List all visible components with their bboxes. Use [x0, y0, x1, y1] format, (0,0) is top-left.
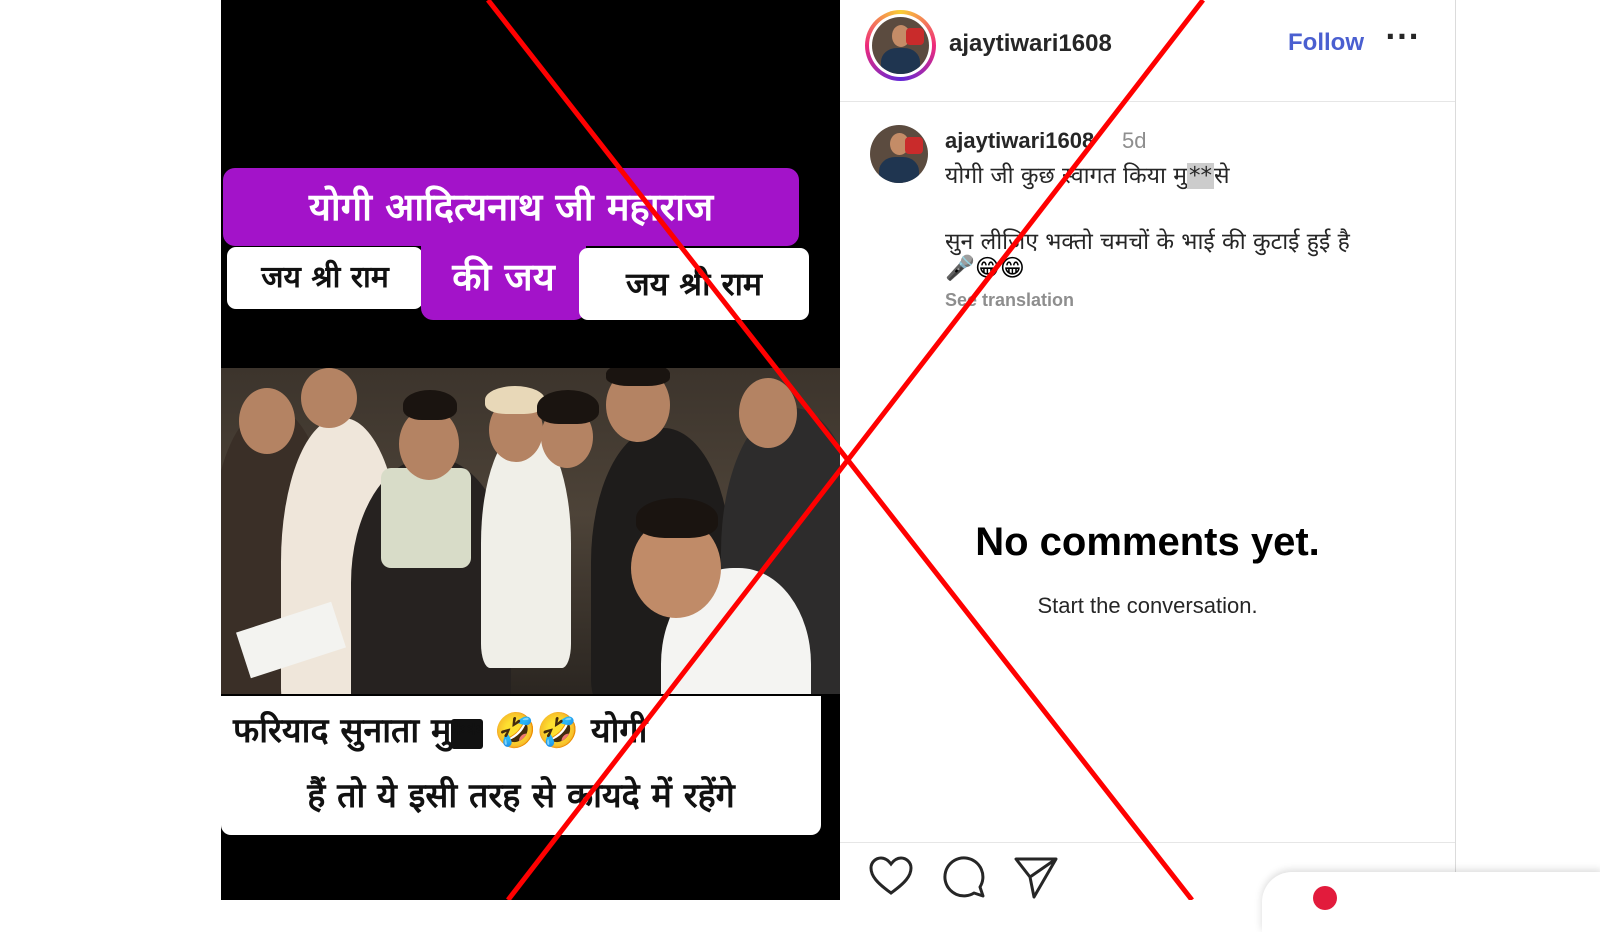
caption-line1-start: फरियाद सुनाता मु	[233, 711, 452, 751]
caption-text-line1: योगी जी कुछ स्वागत किया मु**से	[945, 163, 1230, 189]
see-translation-link[interactable]: See translation	[945, 290, 1074, 311]
empty-comments-title: No comments yet.	[975, 520, 1320, 564]
post-media[interactable]: योगी आदित्यनाथ जी महाराज जय श्री राम की …	[221, 0, 840, 900]
follow-button[interactable]: Follow	[1288, 29, 1364, 57]
notification-dot	[1313, 886, 1337, 910]
overlay-mid-label: की जय	[421, 240, 586, 320]
profile-avatar-ring[interactable]	[865, 10, 936, 81]
comment-icon[interactable]	[940, 853, 988, 901]
post-header: ajaytiwari1608 Follow ···	[840, 0, 1455, 102]
post-side-panel: ajaytiwari1608 Follow ··· ajaytiwari1608…	[840, 0, 1456, 900]
heart-icon[interactable]	[867, 853, 915, 901]
empty-comments-subtitle: Start the conversation.	[1037, 593, 1258, 618]
caption-text-line2: सुन लीजिए भक्तो चमचों के भाई की कुटाई हु…	[945, 229, 1350, 255]
caption-redaction: **	[451, 719, 483, 749]
overlay-title: योगी आदित्यनाथ जी महाराज	[223, 168, 799, 246]
share-icon[interactable]	[1012, 853, 1060, 901]
overlay-caption: फरियाद सुनाता मु** 🤣🤣 योगी हैं तो ये इसी…	[221, 696, 821, 835]
comment-username[interactable]: ajaytiwari1608	[945, 128, 1094, 154]
comment-avatar[interactable]	[870, 125, 928, 183]
video-still	[221, 368, 840, 694]
caption-redaction: **	[1187, 163, 1214, 189]
caption-line1-end: 🤣🤣 योगी	[494, 711, 648, 751]
header-username[interactable]: ajaytiwari1608	[949, 30, 1112, 58]
overlay-right-pill: जय श्री राम	[579, 248, 809, 320]
caption-emojis: 🎤😁😁	[945, 254, 1025, 282]
avatar[interactable]	[872, 17, 929, 74]
caption-line2: हैं तो ये इसी तरह से कायदे में रहेंगे	[307, 776, 735, 816]
comment-timestamp[interactable]: 5d	[1122, 128, 1146, 154]
more-options-icon[interactable]: ···	[1385, 20, 1420, 53]
overlay-left-pill: जय श्री राम	[227, 247, 423, 309]
